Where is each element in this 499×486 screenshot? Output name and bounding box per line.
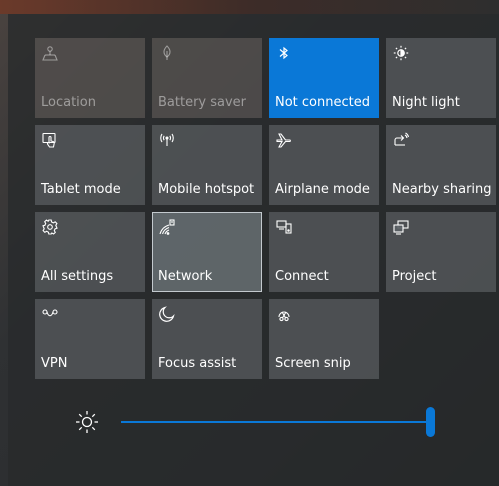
tile-night-light[interactable]: Night light xyxy=(386,38,496,118)
tile-label: Nearby sharing xyxy=(392,182,492,197)
location-icon xyxy=(41,44,59,62)
project-icon xyxy=(392,218,410,236)
tile-mobile-hotspot[interactable]: Mobile hotspot xyxy=(152,125,262,205)
vpn-icon xyxy=(41,305,59,323)
network-icon xyxy=(158,218,176,236)
empty-tile-slot xyxy=(386,299,496,379)
screen-snip-icon xyxy=(275,305,293,323)
night-light-icon xyxy=(392,44,410,62)
tile-label: Mobile hotspot xyxy=(158,182,255,197)
action-center-panel: Location Battery saver Not connected Nig… xyxy=(8,14,499,486)
nearby-sharing-icon xyxy=(392,131,410,149)
tile-label: Night light xyxy=(392,95,460,110)
tile-label: Connect xyxy=(275,269,329,284)
tile-focus-assist[interactable]: Focus assist xyxy=(152,299,262,379)
tile-label: Airplane mode xyxy=(275,182,370,197)
tile-all-settings[interactable]: All settings xyxy=(35,212,145,292)
tile-battery-saver[interactable]: Battery saver xyxy=(152,38,262,118)
battery-saver-icon xyxy=(158,44,176,62)
mobile-hotspot-icon xyxy=(158,131,176,149)
tile-vpn[interactable]: VPN xyxy=(35,299,145,379)
tile-project[interactable]: Project xyxy=(386,212,496,292)
brightness-icon xyxy=(74,409,100,435)
brightness-slider-fill xyxy=(121,421,431,423)
moon-icon xyxy=(158,305,176,323)
tile-label: Battery saver xyxy=(158,95,247,110)
brightness-slider-track[interactable] xyxy=(121,407,435,437)
tile-tablet-mode[interactable]: Tablet mode xyxy=(35,125,145,205)
tile-label: Project xyxy=(392,269,437,284)
wallpaper-strip xyxy=(0,0,499,14)
tile-label: Tablet mode xyxy=(41,182,121,197)
tile-bluetooth[interactable]: Not connected xyxy=(269,38,379,118)
tile-label: Focus assist xyxy=(158,356,237,371)
tile-connect[interactable]: Connect xyxy=(269,212,379,292)
tile-screen-snip[interactable]: Screen snip xyxy=(269,299,379,379)
tile-network[interactable]: Network xyxy=(152,212,262,292)
tile-location[interactable]: Location xyxy=(35,38,145,118)
tile-label: VPN xyxy=(41,356,68,371)
connect-icon xyxy=(275,218,293,236)
brightness-slider-thumb[interactable] xyxy=(426,407,435,437)
airplane-icon xyxy=(275,131,293,149)
tile-label: Network xyxy=(158,269,213,284)
tile-nearby-sharing[interactable]: Nearby sharing xyxy=(386,125,496,205)
tile-label: All settings xyxy=(41,269,114,284)
tile-airplane-mode[interactable]: Airplane mode xyxy=(269,125,379,205)
tile-label: Screen snip xyxy=(275,356,351,371)
brightness-control xyxy=(66,406,466,440)
quick-actions-grid: Location Battery saver Not connected Nig… xyxy=(35,38,496,379)
gear-icon xyxy=(41,218,59,236)
tablet-mode-icon xyxy=(41,131,59,149)
bluetooth-icon xyxy=(275,44,293,62)
tile-label: Location xyxy=(41,95,96,110)
tile-label: Not connected xyxy=(275,95,370,110)
